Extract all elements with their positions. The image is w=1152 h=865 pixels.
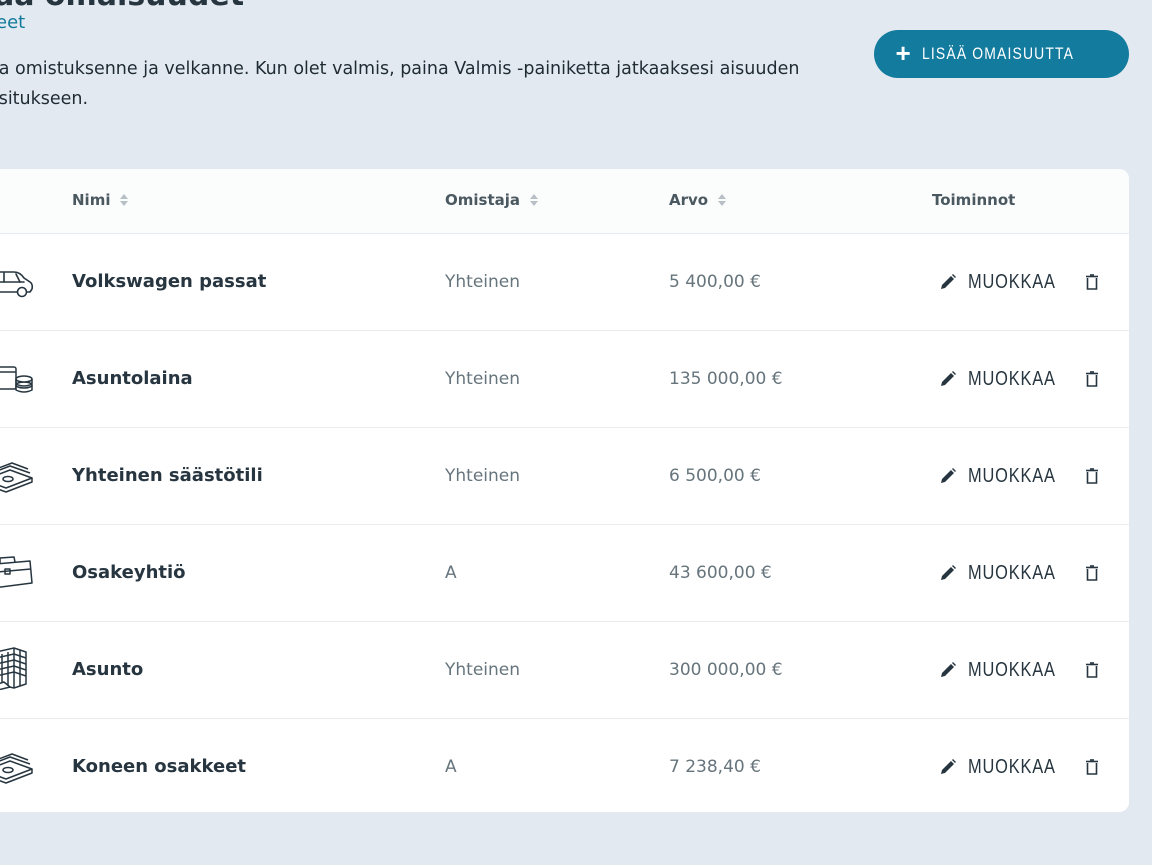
pencil-icon [941,274,956,289]
trash-icon [1086,662,1098,678]
intro-text: aa omistuksenne ja velkanne. Kun olet va… [0,59,800,109]
pencil-icon [941,371,956,386]
edit-label: MUOKKAA [968,561,1056,584]
briefcase-icon [0,556,33,588]
trash-icon [1086,468,1098,484]
trash-icon [1086,759,1098,775]
table-row: Koneen osakkeet A 7 238,40 € MUOKKAA [0,719,1129,812]
trash-icon [1086,371,1098,387]
asset-name: Koneen osakkeet [72,756,247,777]
column-header-actions: Toiminnot [932,191,1015,209]
asset-owner: Yhteinen [445,660,521,680]
delete-button[interactable] [1080,561,1104,585]
assets-table: Nimi Omistaja Arvo Toiminnot Volkswagen … [0,169,1129,812]
asset-value: 6 500,00 € [669,466,761,486]
delete-button[interactable] [1080,367,1104,391]
asset-name: Yhteinen säästötili [72,465,263,486]
table-row: Yhteinen säästötili Yhteinen 6 500,00 € … [0,428,1129,525]
delete-button[interactable] [1080,755,1104,779]
asset-name: Asunto [72,659,144,680]
add-asset-label: LISÄÄ OMAISUUTTA [922,44,1075,63]
trash-icon [1086,274,1098,290]
pencil-icon [941,759,956,774]
edit-button[interactable]: MUOKKAA [938,555,1075,591]
asset-owner: Yhteinen [445,272,521,292]
column-header-value-label: Arvo [669,191,709,209]
pencil-icon [941,468,956,483]
delete-button[interactable] [1080,270,1104,294]
edit-button[interactable]: MUOKKAA [938,749,1075,785]
asset-value: 300 000,00 € [669,660,783,680]
delete-button[interactable] [1080,658,1104,682]
asset-owner: A [445,563,457,583]
column-header-owner[interactable]: Omistaja [445,191,539,209]
asset-name: Osakeyhtiö [72,562,186,583]
asset-name: Asuntolaina [72,368,193,389]
edit-label: MUOKKAA [968,658,1056,681]
car-icon [0,271,34,298]
assets-page: aa omaisuudet eet aa omistuksenne ja vel… [0,0,1152,865]
delete-button[interactable] [1080,464,1104,488]
asset-value: 135 000,00 € [669,369,783,389]
table-header: Nimi Omistaja Arvo Toiminnot [0,169,1129,234]
asset-value: 7 238,40 € [669,757,761,777]
table-row: Asunto Yhteinen 300 000,00 € MUOKKAA [0,622,1129,719]
asset-value: 5 400,00 € [669,272,761,292]
edit-button[interactable]: MUOKKAA [938,652,1075,688]
apartment-building-icon [0,647,27,690]
money-stack-icon [0,462,33,493]
edit-button[interactable]: MUOKKAA [938,264,1075,300]
pencil-icon [941,565,956,580]
page-title: aa omaisuudet [0,0,244,13]
column-header-value[interactable]: Arvo [669,191,727,209]
edit-label: MUOKKAA [968,464,1056,487]
column-header-actions-label: Toiminnot [932,191,1016,209]
asset-owner: Yhteinen [445,369,521,389]
add-asset-button[interactable]: + LISÄÄ OMAISUUTTA [874,30,1129,78]
edit-label: MUOKKAA [968,367,1056,390]
credit-card-coins-icon [0,366,33,393]
asset-owner: A [445,757,457,777]
table-row: Osakeyhtiö A 43 600,00 € MUOKKAA [0,525,1129,622]
breadcrumb[interactable]: eet [0,12,25,33]
sort-icon [718,194,727,206]
edit-label: MUOKKAA [968,270,1056,293]
column-header-name[interactable]: Nimi [72,191,129,209]
pencil-icon [941,662,956,677]
column-header-owner-label: Omistaja [445,191,521,209]
asset-value: 43 600,00 € [669,563,772,583]
table-row: Volkswagen passat Yhteinen 5 400,00 € MU… [0,234,1129,331]
table-row: Asuntolaina Yhteinen 135 000,00 € MUOKKA… [0,331,1129,428]
asset-name: Volkswagen passat [72,271,267,292]
trash-icon [1086,565,1098,581]
edit-button[interactable]: MUOKKAA [938,361,1075,397]
column-header-name-label: Nimi [72,191,111,209]
edit-button[interactable]: MUOKKAA [938,458,1075,494]
asset-owner: Yhteinen [445,466,521,486]
sort-icon [120,194,129,206]
plus-icon: + [895,38,913,68]
edit-label: MUOKKAA [968,755,1056,778]
money-stack-icon [0,753,33,784]
sort-icon [530,194,539,206]
